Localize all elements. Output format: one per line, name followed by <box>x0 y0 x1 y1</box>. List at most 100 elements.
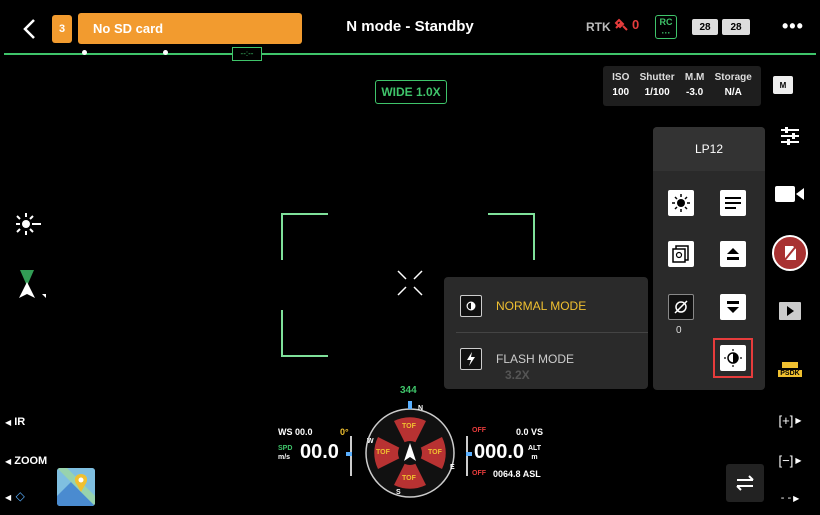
rc-label: RC <box>659 17 673 27</box>
video-camera-icon <box>775 186 804 202</box>
waypoint-toggle[interactable]: ◀ ◇ <box>5 487 25 505</box>
camera-params[interactable]: ISO 100 Shutter 1/100 M.M -3.0 Storage N/A <box>603 66 761 106</box>
satellite-icon <box>614 18 628 31</box>
battery-aircraft[interactable]: 28 <box>722 19 750 35</box>
video-mode-button[interactable] <box>772 182 808 206</box>
zoom-in-label: [+] <box>778 412 794 428</box>
selected-highlight <box>713 338 753 378</box>
back-button[interactable] <box>14 14 44 44</box>
more-right-button[interactable]: - - ▶ <box>772 490 808 506</box>
rc-signal-dots: ··· <box>661 28 671 38</box>
rtk-status[interactable]: RTK <box>586 20 611 34</box>
camera-mode-badge[interactable]: M <box>773 76 793 94</box>
param-shutter: Shutter 1/100 <box>639 72 675 98</box>
arrow-left-icon: ◀ <box>5 493 12 502</box>
param-iso: ISO 100 <box>612 72 630 98</box>
speed-unit: SPD m/s <box>278 445 293 461</box>
playback-button[interactable] <box>772 300 808 322</box>
timeline-bar <box>4 53 816 55</box>
arrow-left-icon: ◀ <box>5 418 12 427</box>
battery-rc-value: 28 <box>693 20 717 34</box>
altitude-bar <box>466 436 468 476</box>
brightness-button[interactable] <box>668 190 694 216</box>
swap-view-button[interactable] <box>726 464 764 502</box>
list-icon <box>725 197 741 209</box>
altitude-bar-marker <box>466 452 472 456</box>
arrow-left-icon: ◀ <box>5 457 12 466</box>
ir-toggle[interactable]: ◀ IR <box>5 416 25 428</box>
diamond-icon: ◇ <box>15 489 25 503</box>
satellite-status[interactable]: 0 <box>614 17 639 32</box>
asl-altitude: 0064.8 ASL <box>493 469 541 479</box>
chevron-double-down-icon <box>727 301 739 313</box>
psdk-icon <box>782 361 798 368</box>
map-button[interactable] <box>57 468 95 506</box>
crosshair-icon <box>397 270 423 296</box>
speed-value: 00.0 <box>300 441 339 463</box>
aircraft-arrow-icon <box>19 270 46 298</box>
arrow-right-icon: ▶ <box>793 493 800 503</box>
record-button[interactable] <box>772 234 808 272</box>
rc-signal[interactable]: RC ··· <box>655 15 677 39</box>
more-menu-button[interactable]: ••• <box>782 16 804 37</box>
compass-north: N <box>418 405 424 412</box>
aircraft-attitude-button[interactable] <box>14 270 46 305</box>
fill-light-icon <box>16 213 41 235</box>
tilt-down-button[interactable] <box>720 294 746 320</box>
obstacle-bottom-status: OFF <box>472 470 486 477</box>
heading-value: 344 <box>400 385 417 396</box>
battery-rc[interactable]: 28 <box>692 19 718 35</box>
timeline-marker[interactable]: --:-- <box>232 47 262 61</box>
compass-west: W <box>367 438 374 445</box>
altitude-value: 000.0 <box>474 441 525 463</box>
arrow-right-icon: ▶ <box>795 415 802 425</box>
compass-south: S <box>396 489 401 496</box>
psdk-button[interactable]: PSDK <box>772 358 808 380</box>
photo-gallery-button[interactable] <box>668 241 694 267</box>
vertical-speed: 0.0 VS <box>516 427 544 437</box>
fill-light-button[interactable] <box>14 211 42 242</box>
ir-label: IR <box>14 416 26 428</box>
play-icon <box>779 302 801 320</box>
zoom-out-label: [−] <box>778 452 794 468</box>
tilt-up-button[interactable] <box>720 241 746 267</box>
speed-bar <box>350 436 352 476</box>
wind-speed: WS 00.0 <box>278 427 313 437</box>
compass-east: E <box>450 464 455 471</box>
param-storage: Storage N/A <box>714 72 752 98</box>
sd-card-record-icon <box>772 235 808 271</box>
more-right-label: - - <box>780 492 792 504</box>
timeline-point <box>82 50 87 55</box>
timeline-point <box>163 50 168 55</box>
map-icon <box>57 468 95 506</box>
zoom-toggle[interactable]: ◀ ZOOM <box>5 455 47 467</box>
light-off-icon <box>674 300 688 314</box>
lens-zoom-indicator[interactable]: WIDE 1.0X <box>375 80 447 104</box>
settings-sliders-button[interactable] <box>772 124 808 148</box>
chevron-left-icon <box>23 19 35 39</box>
sun-icon <box>672 194 690 212</box>
zoom-in-button[interactable]: [+] ▶ <box>772 410 808 430</box>
altitude-unit: ALT m <box>528 445 542 461</box>
sliders-icon <box>781 127 799 145</box>
speed-bar-marker <box>346 452 352 456</box>
battery-aircraft-value: 28 <box>723 20 749 34</box>
wind-angle: 0° <box>340 427 349 437</box>
flight-mode-status: N mode - Standby <box>346 18 474 35</box>
notification-count-badge[interactable]: 3 <box>52 15 72 43</box>
light-off-button[interactable] <box>668 294 694 320</box>
swap-arrows-icon <box>736 475 754 491</box>
tof-right: TOF <box>428 449 442 456</box>
zoom-out-button[interactable]: [−] ▶ <box>772 450 808 470</box>
tof-front: TOF <box>402 423 416 430</box>
list-menu-button[interactable] <box>720 190 746 216</box>
param-mm: M.M -3.0 <box>684 72 705 98</box>
zoom-label: ZOOM <box>14 455 48 467</box>
satellite-count: 0 <box>632 17 640 32</box>
arrow-right-icon: ▶ <box>795 455 802 465</box>
sd-card-warning[interactable]: No SD card <box>78 13 302 44</box>
gallery-icon <box>672 245 689 263</box>
tof-rear: TOF <box>402 475 416 482</box>
chevron-double-up-icon <box>727 248 739 260</box>
light-panel-title: LP12 <box>653 127 765 171</box>
